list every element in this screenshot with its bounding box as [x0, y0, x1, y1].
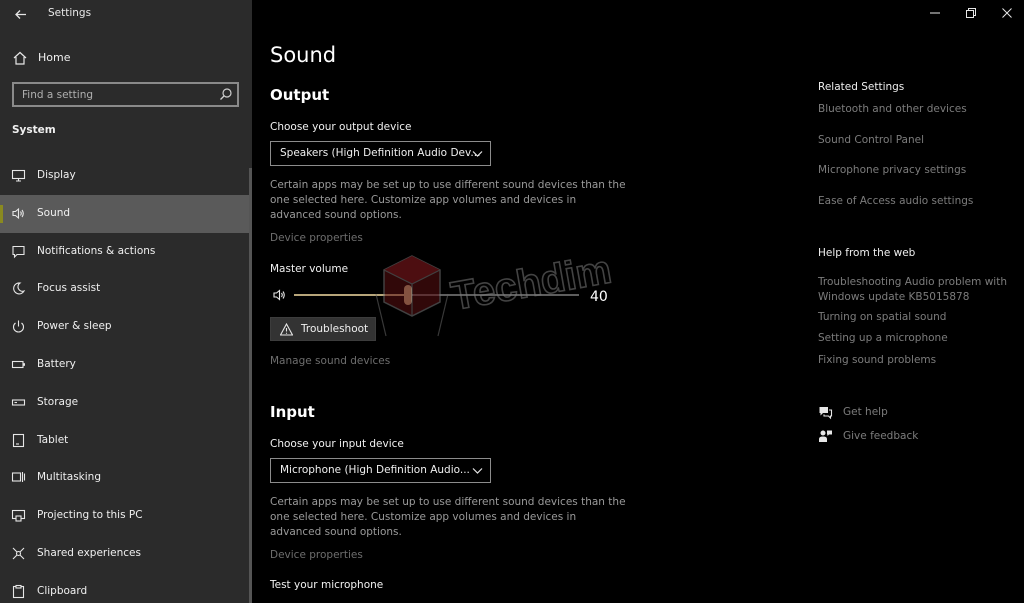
- output-heading: Output: [270, 86, 330, 104]
- sidebar-item-label: Focus assist: [37, 282, 101, 295]
- back-button[interactable]: [10, 4, 30, 24]
- sidebar-item-storage[interactable]: Storage: [0, 384, 252, 422]
- title-bar: Settings: [0, 0, 252, 28]
- sidebar-item-projecting[interactable]: Projecting to this PC: [0, 497, 252, 535]
- feedback-icon: [819, 430, 832, 442]
- sidebar-item-label: Projecting to this PC: [37, 509, 143, 522]
- sidebar-item-label: Multitasking: [37, 471, 102, 484]
- projecting-icon: [11, 510, 26, 522]
- sidebar-item-home[interactable]: Home: [0, 44, 252, 72]
- sidebar-item-label: Shared experiences: [37, 546, 141, 559]
- get-help-label: Get help: [843, 406, 888, 418]
- warning-icon: [280, 323, 293, 336]
- sidebar-item-tablet[interactable]: Tablet: [0, 422, 252, 460]
- input-device-dropdown[interactable]: Microphone (High Definition Audio...: [270, 458, 491, 483]
- sidebar-item-label: Sound: [37, 206, 71, 219]
- sidebar-item-label: Storage: [37, 395, 79, 408]
- related-link-sound-control-panel[interactable]: Sound Control Panel: [818, 133, 1018, 148]
- monitor-icon: [11, 169, 26, 182]
- watermark-text: Techdim: [448, 247, 615, 318]
- sidebar-item-notifications[interactable]: Notifications & actions: [0, 233, 252, 271]
- input-device-value: Microphone (High Definition Audio...: [280, 464, 470, 476]
- sidebar-item-label: Tablet: [37, 433, 69, 446]
- techdim-watermark-logo: Techdim: [375, 247, 615, 337]
- page-title: Sound: [270, 43, 337, 67]
- battery-icon: [11, 360, 25, 369]
- give-feedback-label: Give feedback: [843, 430, 919, 442]
- output-device-value: Speakers (High Definition Audio Dev...: [280, 147, 481, 159]
- troubleshoot-label: Troubleshoot: [301, 323, 369, 335]
- sidebar: Settings Home System Display Sound Notif…: [0, 0, 252, 603]
- shared-experiences-icon: [12, 547, 25, 560]
- chevron-down-icon: [472, 151, 483, 157]
- sidebar-nav: Display Sound Notifications & actions Fo…: [0, 157, 252, 603]
- search-input[interactable]: [14, 84, 214, 105]
- master-volume-label: Master volume: [270, 263, 349, 275]
- related-link-bluetooth[interactable]: Bluetooth and other devices: [818, 102, 1018, 117]
- sidebar-item-label: Power & sleep: [37, 320, 112, 333]
- section-label-system: System: [12, 124, 56, 136]
- tablet-icon: [12, 433, 25, 447]
- sidebar-item-power-sleep[interactable]: Power & sleep: [0, 308, 252, 346]
- sidebar-item-sound[interactable]: Sound: [0, 194, 252, 233]
- input-device-properties-link[interactable]: Device properties: [270, 549, 363, 561]
- troubleshoot-button[interactable]: Troubleshoot: [270, 317, 376, 341]
- multitasking-icon: [11, 472, 26, 483]
- input-description: Certain apps may be set up to use differ…: [270, 496, 626, 538]
- help-link-spatial-sound[interactable]: Turning on spatial sound: [818, 310, 1018, 325]
- sidebar-item-label: Battery: [37, 357, 76, 370]
- input-device-label: Choose your input device: [270, 438, 404, 450]
- help-link-troubleshooting-audio[interactable]: Troubleshooting Audio problem with Windo…: [818, 275, 1018, 305]
- sidebar-item-label: Home: [38, 51, 71, 64]
- home-icon: [13, 51, 27, 65]
- sidebar-item-label: Display: [37, 169, 76, 181]
- sidebar-item-clipboard[interactable]: Clipboard: [0, 573, 252, 603]
- related-link-microphone-privacy[interactable]: Microphone privacy settings: [818, 163, 1018, 178]
- output-device-label: Choose your output device: [270, 121, 412, 133]
- get-help-icon: [819, 407, 833, 420]
- power-icon: [13, 320, 24, 333]
- notifications-icon: [12, 245, 25, 258]
- output-description: Certain apps may be set up to use differ…: [270, 179, 626, 221]
- help-heading: Help from the web: [818, 247, 916, 259]
- output-device-dropdown[interactable]: Speakers (High Definition Audio Dev...: [270, 141, 491, 166]
- sidebar-item-label: Clipboard: [37, 584, 88, 597]
- search-icon[interactable]: [219, 87, 233, 101]
- sidebar-item-display[interactable]: Display: [0, 157, 252, 195]
- search-box[interactable]: [12, 82, 239, 107]
- sidebar-item-label: Notifications & actions: [37, 244, 156, 257]
- moon-icon: [13, 282, 26, 295]
- related-settings-heading: Related Settings: [818, 81, 905, 93]
- volume-icon[interactable]: [272, 287, 288, 303]
- sidebar-item-shared-experiences[interactable]: Shared experiences: [0, 535, 252, 573]
- chevron-down-icon: [472, 468, 483, 474]
- sidebar-item-focus-assist[interactable]: Focus assist: [0, 270, 252, 308]
- app-title: Settings: [48, 7, 92, 19]
- manage-sound-devices-link[interactable]: Manage sound devices: [270, 355, 390, 367]
- help-link-microphone-setup[interactable]: Setting up a microphone: [818, 331, 1018, 346]
- help-link-fixing-sound[interactable]: Fixing sound problems: [818, 353, 1018, 368]
- sidebar-item-multitasking[interactable]: Multitasking: [0, 459, 252, 497]
- sidebar-item-battery[interactable]: Battery: [0, 346, 252, 384]
- back-arrow-icon: [14, 9, 26, 19]
- output-device-properties-link[interactable]: Device properties: [270, 232, 363, 244]
- input-heading: Input: [270, 403, 315, 421]
- test-microphone-label: Test your microphone: [270, 579, 384, 591]
- storage-icon: [11, 399, 26, 406]
- clipboard-icon: [12, 584, 25, 598]
- speaker-icon: [12, 207, 24, 219]
- related-link-ease-of-access-audio[interactable]: Ease of Access audio settings: [818, 194, 1018, 209]
- watermark-cube-icon: [375, 255, 449, 337]
